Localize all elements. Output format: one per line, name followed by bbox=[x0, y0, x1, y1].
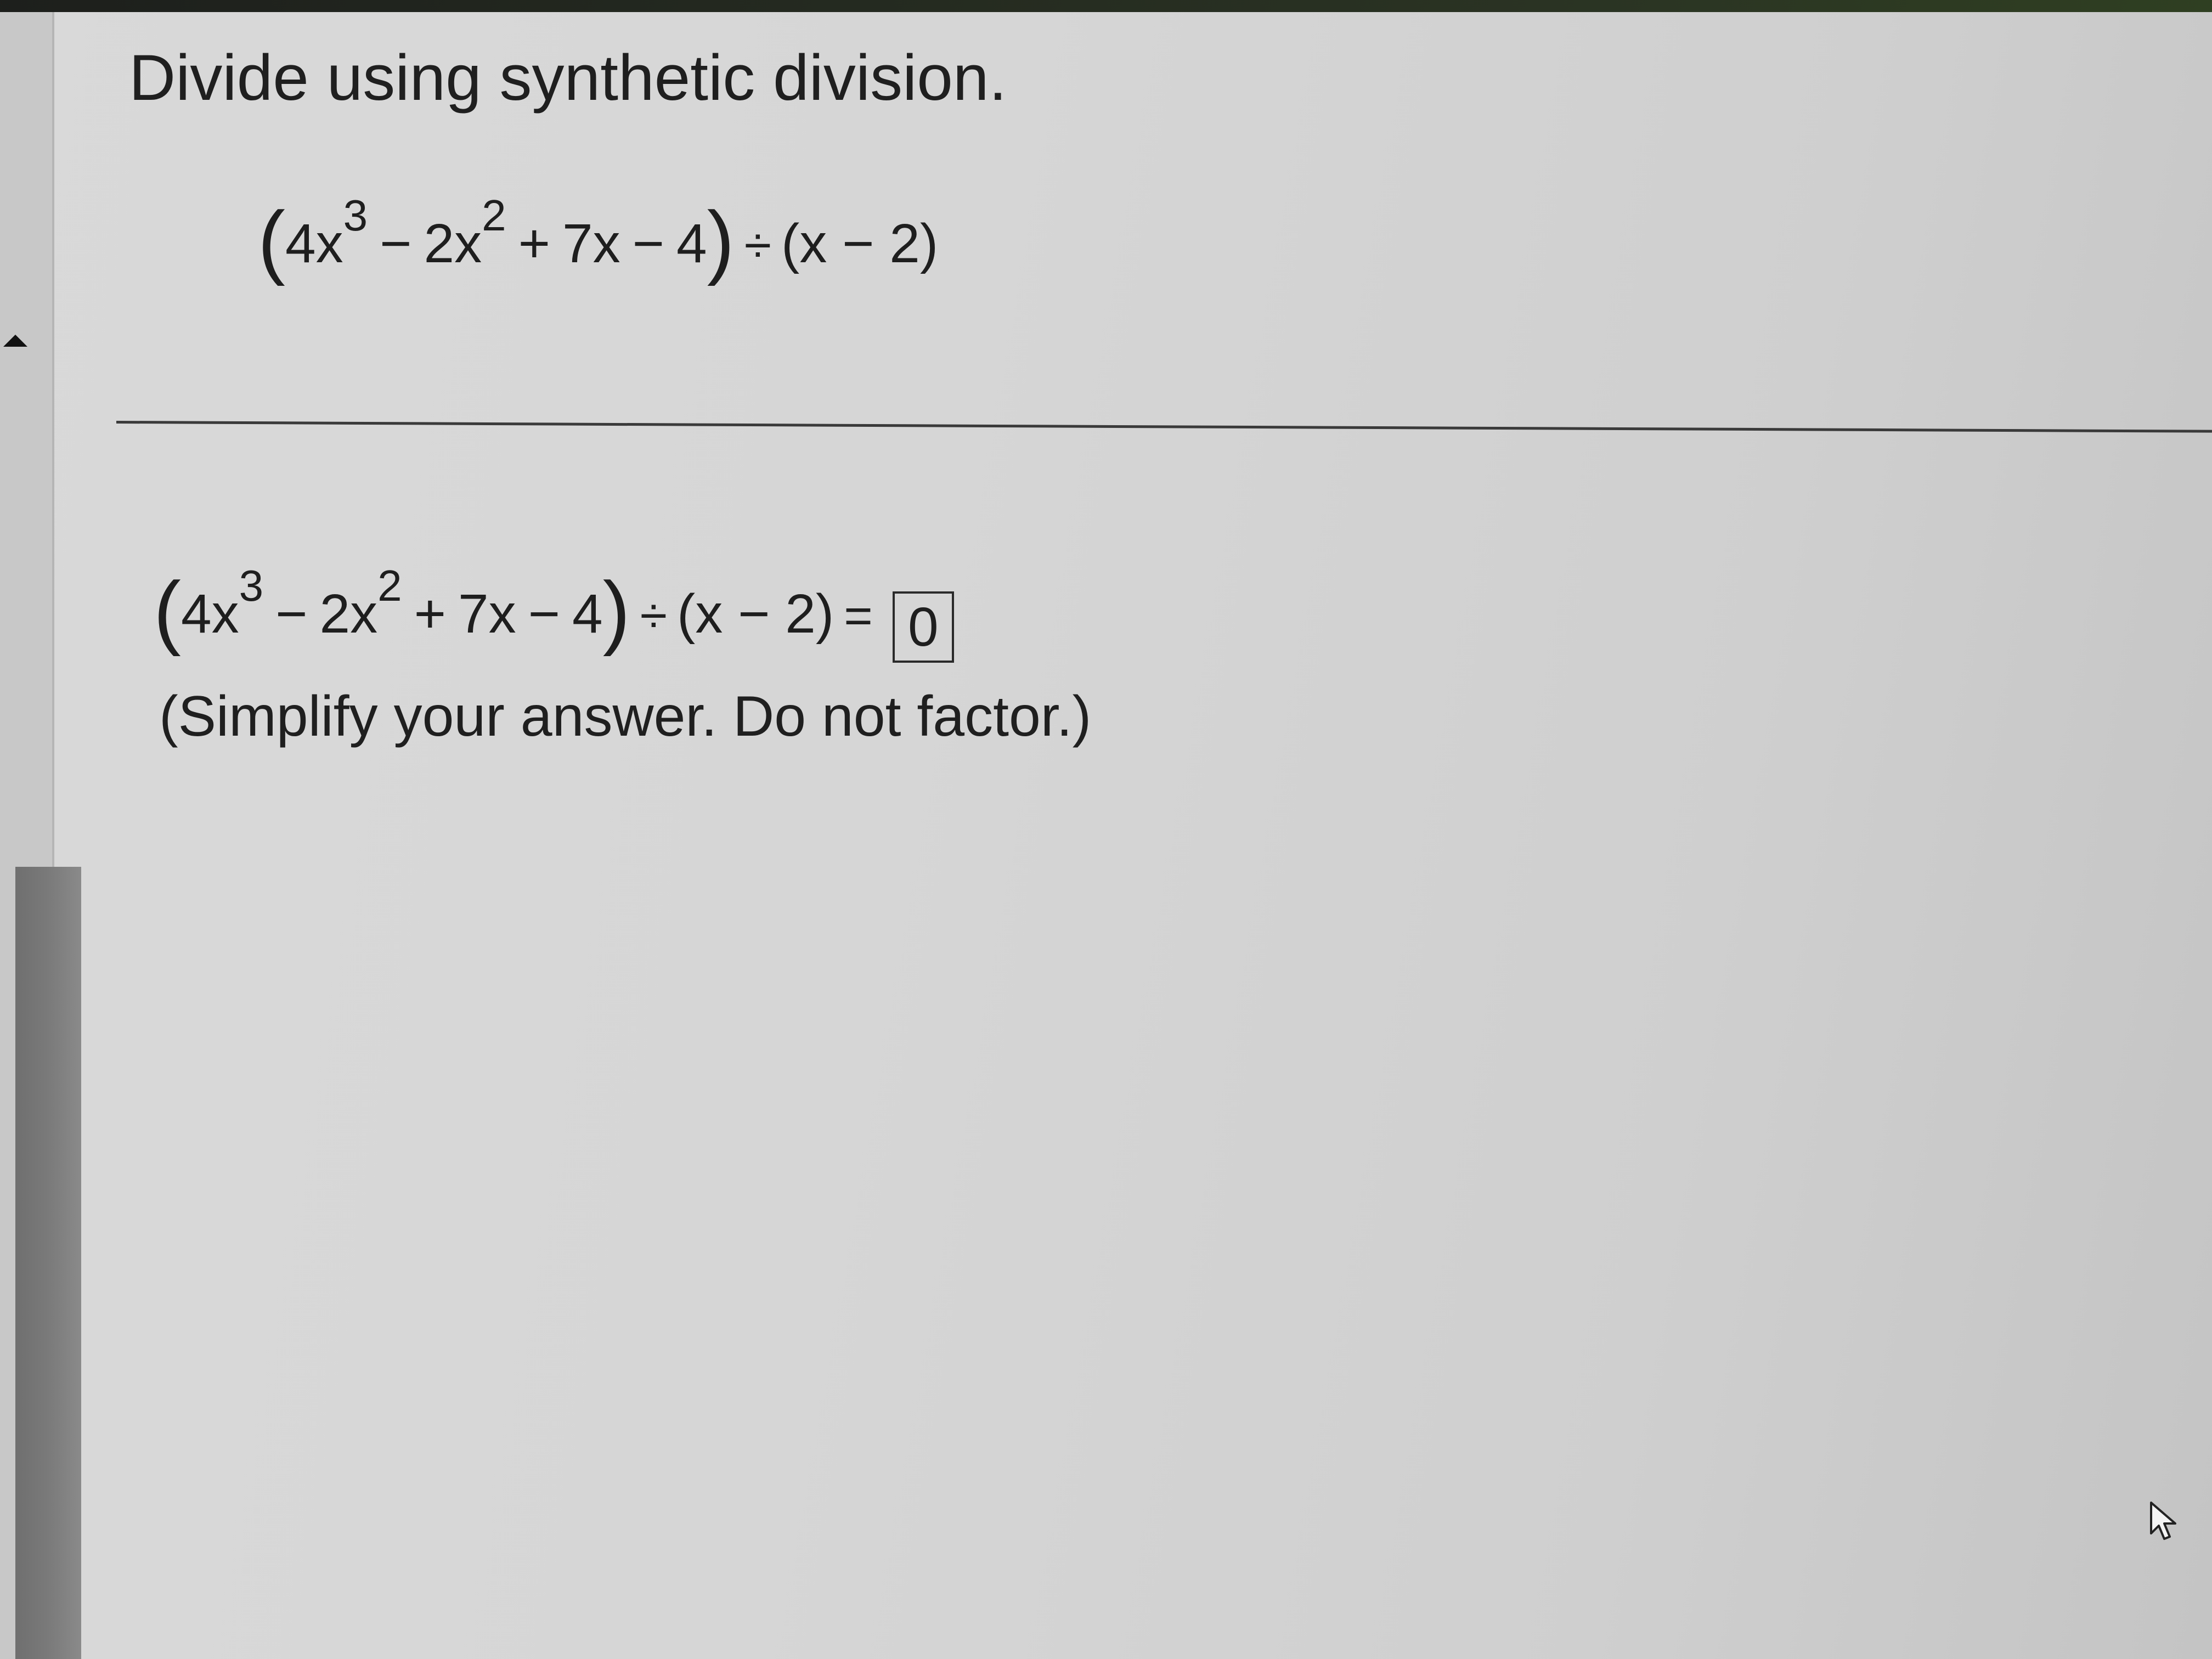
section-divider bbox=[116, 421, 2212, 433]
minus-operator: − bbox=[632, 213, 665, 274]
term-4: 4 bbox=[676, 213, 707, 274]
top-strip bbox=[0, 0, 2212, 12]
close-paren: ) bbox=[707, 194, 735, 286]
scroll-up-icon[interactable] bbox=[3, 335, 27, 347]
minus-operator: − bbox=[528, 583, 561, 645]
problem-expression: (4x3−2x2 +7x −4) ÷ (x − 2) bbox=[258, 193, 938, 288]
division-sign: ÷ bbox=[744, 218, 772, 273]
divisor: (x − 2) bbox=[781, 213, 939, 274]
plus-operator: + bbox=[518, 213, 551, 274]
exponent-3: 3 bbox=[343, 191, 368, 240]
term-7x: 7x bbox=[458, 583, 516, 645]
term-2x: 2x bbox=[424, 213, 482, 274]
open-paren: ( bbox=[258, 194, 285, 286]
term-4x: 4x bbox=[180, 583, 239, 645]
minus-operator: − bbox=[275, 583, 308, 645]
division-sign: ÷ bbox=[640, 589, 668, 644]
term-7x: 7x bbox=[562, 213, 620, 274]
divisor: (x − 2) bbox=[677, 583, 834, 645]
term-4: 4 bbox=[572, 583, 603, 645]
exponent-2: 2 bbox=[377, 561, 402, 610]
open-paren: ( bbox=[154, 565, 181, 657]
minus-operator: − bbox=[380, 213, 412, 274]
question-panel: Divide using synthetic division. (4x3−2x… bbox=[82, 12, 2212, 1659]
exponent-3: 3 bbox=[239, 561, 264, 610]
instruction-text: Divide using synthetic division. bbox=[129, 42, 1007, 114]
term-2x: 2x bbox=[319, 583, 378, 645]
equals-sign: = bbox=[844, 589, 873, 644]
close-paren: ) bbox=[602, 565, 630, 657]
answer-expression: (4x3−2x2 +7x −4) ÷ (x − 2) = 0 bbox=[154, 563, 954, 663]
exponent-2: 2 bbox=[482, 191, 506, 240]
plus-operator: + bbox=[414, 583, 447, 645]
answer-hint: (Simplify your answer. Do not factor.) bbox=[159, 685, 1092, 748]
pointer-cursor-icon bbox=[2150, 1502, 2176, 1540]
term-4x: 4x bbox=[285, 213, 343, 274]
scrollbar-thumb[interactable] bbox=[15, 867, 81, 1659]
answer-input[interactable]: 0 bbox=[892, 591, 954, 663]
